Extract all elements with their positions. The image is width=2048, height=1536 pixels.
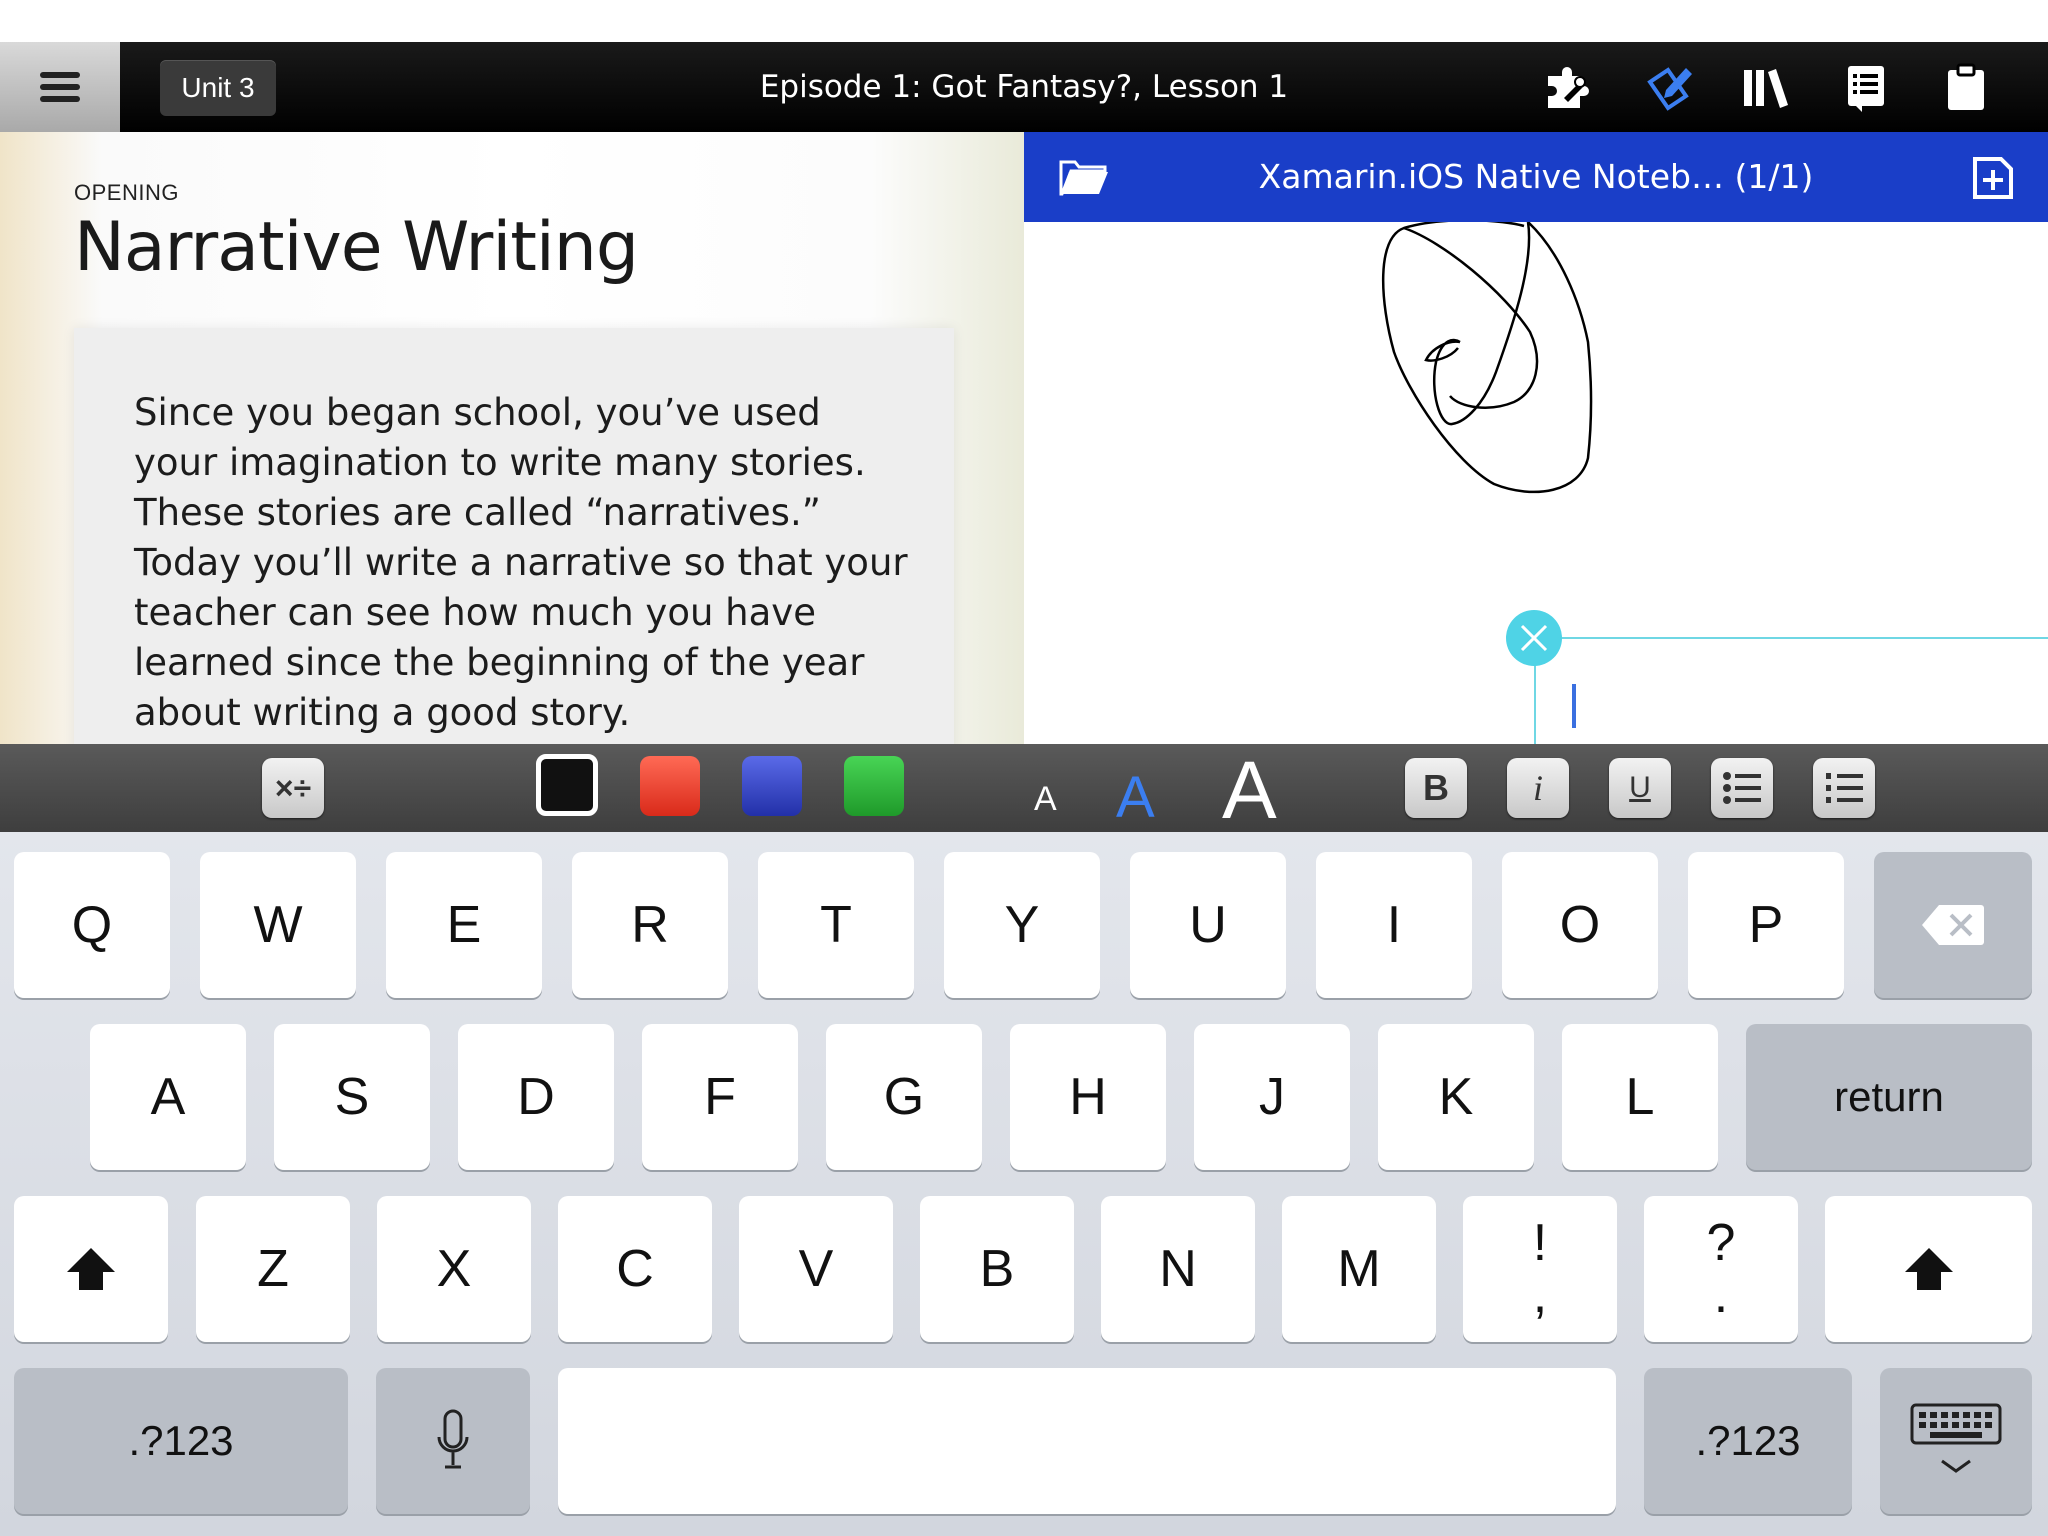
math-symbols-button[interactable]: ×÷ xyxy=(262,758,324,818)
shift-right-key[interactable] xyxy=(1825,1196,2032,1342)
key-d[interactable]: D xyxy=(458,1024,614,1170)
key-m[interactable]: M xyxy=(1282,1196,1436,1342)
key-s[interactable]: S xyxy=(274,1024,430,1170)
key-period-label: . xyxy=(1713,1266,1729,1324)
numbered-list-icon xyxy=(1826,773,1863,803)
hamburger-icon xyxy=(40,66,80,108)
font-size-large[interactable]: A xyxy=(1222,744,1277,838)
key-k[interactable]: K xyxy=(1378,1024,1534,1170)
font-size-small[interactable]: A xyxy=(1034,780,1057,819)
clipboard-icon[interactable] xyxy=(1938,62,1994,114)
bulleted-list-button[interactable] xyxy=(1711,758,1773,818)
key-b[interactable]: B xyxy=(920,1196,1074,1342)
key-a[interactable]: A xyxy=(90,1024,246,1170)
shift-icon xyxy=(67,1248,115,1290)
notebook-pane: Xamarin.iOS Native Noteb… (1/1) xyxy=(1024,132,2048,744)
text-cursor xyxy=(1572,684,1576,728)
key-z[interactable]: Z xyxy=(196,1196,350,1342)
key-l[interactable]: L xyxy=(1562,1024,1718,1170)
key-exclaim-comma[interactable]: ! , xyxy=(1463,1196,1617,1342)
color-green-swatch[interactable] xyxy=(844,756,904,816)
key-n[interactable]: N xyxy=(1101,1196,1255,1342)
bulleted-list-icon xyxy=(1723,772,1761,804)
dictation-key[interactable] xyxy=(376,1368,530,1514)
backspace-key[interactable] xyxy=(1874,852,2032,998)
key-j[interactable]: J xyxy=(1194,1024,1350,1170)
ink-drawing[interactable] xyxy=(1024,222,2048,622)
dismiss-keyboard-key[interactable] xyxy=(1880,1368,2032,1514)
key-question-period[interactable]: ? . xyxy=(1644,1196,1798,1342)
key-question-label: ? xyxy=(1706,1214,1736,1272)
key-h[interactable]: H xyxy=(1010,1024,1166,1170)
text-box-top-border xyxy=(1560,637,2048,639)
space-key[interactable] xyxy=(558,1368,1616,1514)
shift-icon xyxy=(1904,1248,1953,1290)
color-blue-swatch[interactable] xyxy=(742,756,802,816)
folder-icon[interactable] xyxy=(1058,154,1110,198)
lesson-title: Narrative Writing xyxy=(74,208,639,287)
formatting-toolbar: ×÷ A A A B i U xyxy=(0,744,2048,836)
key-o[interactable]: O xyxy=(1502,852,1658,998)
key-r[interactable]: R xyxy=(572,852,728,998)
key-p[interactable]: P xyxy=(1688,852,1844,998)
key-comma-label: , xyxy=(1532,1266,1548,1324)
key-y[interactable]: Y xyxy=(944,852,1100,998)
close-textbox-button[interactable] xyxy=(1506,610,1562,666)
notebook-header: Xamarin.iOS Native Noteb… (1/1) xyxy=(1024,132,2048,222)
key-exclaim-label: ! xyxy=(1532,1214,1548,1272)
section-label: OPENING xyxy=(74,180,179,205)
key-i[interactable]: I xyxy=(1316,852,1472,998)
navigation-bar: Unit 3 Episode 1: Got Fantasy?, Lesson 1 xyxy=(0,42,2048,132)
puzzle-tools-icon[interactable] xyxy=(1540,62,1596,114)
key-u[interactable]: U xyxy=(1130,852,1286,998)
pencil-notebook-icon[interactable] xyxy=(1640,62,1696,114)
key-g[interactable]: G xyxy=(826,1024,982,1170)
key-t[interactable]: T xyxy=(758,852,914,998)
italic-button[interactable]: i xyxy=(1507,758,1569,818)
key-v[interactable]: V xyxy=(739,1196,893,1342)
status-strip xyxy=(0,0,2048,42)
text-box-left-border xyxy=(1534,664,1536,744)
backspace-icon xyxy=(1922,905,1984,945)
key-x[interactable]: X xyxy=(377,1196,531,1342)
key-w[interactable]: W xyxy=(200,852,356,998)
lesson-card: Since you began school, you’ve used your… xyxy=(74,328,954,744)
onscreen-keyboard: Q W E R T Y U I O P A S D F G H J K L re… xyxy=(0,832,2048,1536)
bold-button[interactable]: B xyxy=(1405,758,1467,818)
close-icon xyxy=(1520,624,1548,652)
microphone-icon xyxy=(437,1409,469,1469)
lesson-body-text: Since you began school, you’ve used your… xyxy=(134,391,908,734)
lesson-pane: OPENING Narrative Writing Since you bega… xyxy=(0,132,1024,744)
notebook-title: Xamarin.iOS Native Noteb… (1/1) xyxy=(1258,157,1814,196)
numbered-list-button[interactable] xyxy=(1813,758,1875,818)
underline-button[interactable]: U xyxy=(1609,758,1671,818)
color-red-swatch[interactable] xyxy=(640,756,700,816)
numbers-key-left[interactable]: .?123 xyxy=(14,1368,348,1514)
library-icon[interactable] xyxy=(1738,62,1794,114)
font-size-medium[interactable]: A xyxy=(1116,764,1155,831)
key-e[interactable]: E xyxy=(386,852,542,998)
key-f[interactable]: F xyxy=(642,1024,798,1170)
return-key[interactable]: return xyxy=(1746,1024,2032,1170)
add-page-icon[interactable] xyxy=(1972,156,2014,200)
list-notes-icon[interactable] xyxy=(1838,62,1894,114)
key-q[interactable]: Q xyxy=(14,852,170,998)
key-c[interactable]: C xyxy=(558,1196,712,1342)
numbers-key-right[interactable]: .?123 xyxy=(1644,1368,1852,1514)
shift-left-key[interactable] xyxy=(14,1196,168,1342)
back-button[interactable]: Unit 3 xyxy=(160,60,276,116)
page-title: Episode 1: Got Fantasy?, Lesson 1 xyxy=(759,69,1289,105)
keyboard-dismiss-icon xyxy=(1910,1403,2002,1473)
menu-button[interactable] xyxy=(0,42,120,132)
color-black-swatch[interactable] xyxy=(536,754,598,816)
